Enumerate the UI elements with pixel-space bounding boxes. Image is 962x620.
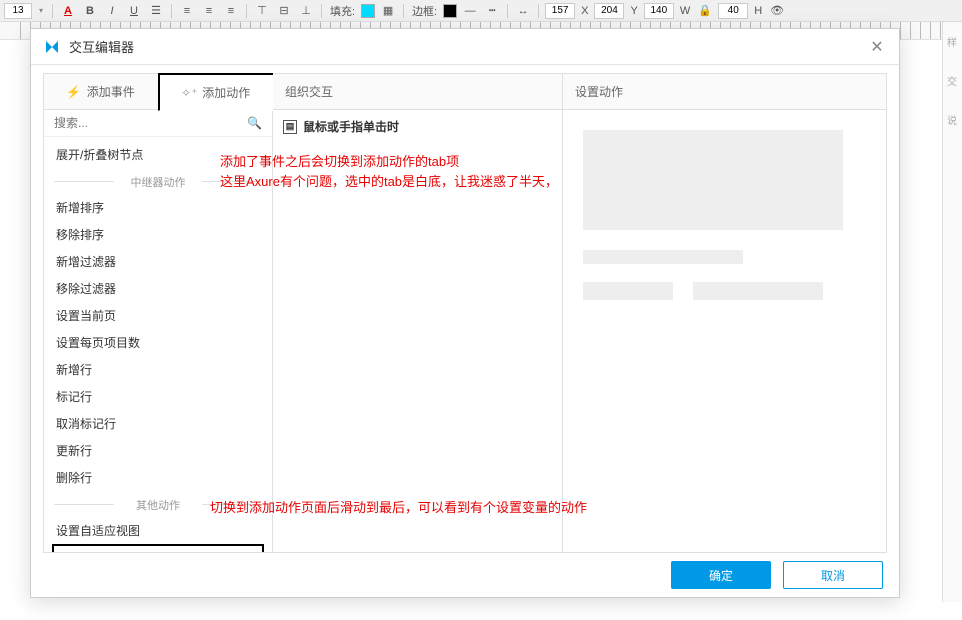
- arrow-icon[interactable]: ↔: [514, 2, 532, 20]
- event-row[interactable]: ▤ 鼠标或手指单击时: [273, 110, 562, 143]
- bold-icon[interactable]: B: [81, 2, 99, 20]
- x-input[interactable]: [545, 3, 575, 19]
- search-input[interactable]: [54, 116, 247, 130]
- search-icon: 🔍: [247, 116, 262, 130]
- configure-action-placeholder: [563, 110, 886, 320]
- dialog-header: 交互编辑器 ✕: [31, 29, 899, 65]
- action-unmark-row[interactable]: 取消标记行: [44, 410, 272, 437]
- fill-color-picker[interactable]: [361, 4, 375, 18]
- action-expand-tree[interactable]: 展开/折叠树节点: [44, 141, 272, 168]
- left-panel: ⚡ 添加事件 ✧⁺ 添加动作 🔍 展开/折叠树节点 中继器动作 新增排序 移除排…: [43, 73, 273, 553]
- h-label: H: [752, 5, 764, 17]
- action-add-sort[interactable]: 新增排序: [44, 194, 272, 221]
- border-label: 边框:: [410, 3, 439, 19]
- action-set-adaptive-view[interactable]: 设置自适应视图: [44, 517, 272, 544]
- valign-bottom-icon[interactable]: ⊥: [297, 2, 315, 20]
- action-remove-filter[interactable]: 移除过滤器: [44, 275, 272, 302]
- ok-button[interactable]: 确定: [671, 561, 771, 589]
- action-delete-row[interactable]: 删除行: [44, 464, 272, 491]
- action-mark-row[interactable]: 标记行: [44, 383, 272, 410]
- border-style-icon[interactable]: ┅: [483, 2, 501, 20]
- tab-add-event[interactable]: ⚡ 添加事件: [44, 74, 159, 110]
- wand-icon: ✧⁺: [182, 86, 196, 100]
- action-remove-sort[interactable]: 移除排序: [44, 221, 272, 248]
- action-set-items-per-page[interactable]: 设置每页项目数: [44, 329, 272, 356]
- group-other: 其他动作: [44, 491, 272, 517]
- search-row: 🔍: [44, 110, 272, 137]
- top-toolbar: ▾ A B I U ☰ ≡ ≡ ≡ ⊤ ⊟ ⊥ 填充: ▦ 边框: — ┅ ↔ …: [0, 0, 962, 22]
- valign-mid-icon[interactable]: ⊟: [275, 2, 293, 20]
- align-right-icon[interactable]: ≡: [222, 2, 240, 20]
- tabs-row: ⚡ 添加事件 ✧⁺ 添加动作: [44, 74, 272, 110]
- align-center-icon[interactable]: ≡: [200, 2, 218, 20]
- w-input[interactable]: [644, 3, 674, 19]
- axure-logo-icon: [43, 38, 61, 56]
- event-name-label: 鼠标或手指单击时: [303, 118, 399, 135]
- bullet-list-icon[interactable]: ☰: [147, 2, 165, 20]
- font-size-input[interactable]: [4, 3, 32, 19]
- valign-top-icon[interactable]: ⊤: [253, 2, 271, 20]
- interaction-editor-dialog: 交互编辑器 ✕ ⚡ 添加事件 ✧⁺ 添加动作 🔍 展开/折叠树节点: [30, 28, 900, 598]
- cancel-button[interactable]: 取消: [783, 561, 883, 589]
- right-side-panel: 样 交 说: [942, 22, 962, 602]
- y-label: Y: [628, 5, 639, 17]
- tab-add-event-label: 添加事件: [87, 83, 135, 100]
- y-input[interactable]: [594, 3, 624, 19]
- fill-image-icon[interactable]: ▦: [379, 2, 397, 20]
- action-list[interactable]: 展开/折叠树节点 中继器动作 新增排序 移除排序 新增过滤器 移除过滤器 设置当…: [44, 137, 272, 552]
- w-label: W: [678, 5, 692, 17]
- action-update-row[interactable]: 更新行: [44, 437, 272, 464]
- right-panel: 设置动作: [563, 73, 887, 553]
- dialog-footer: 确定 取消: [31, 553, 899, 597]
- action-add-row[interactable]: 新增行: [44, 356, 272, 383]
- lightning-icon: ⚡: [67, 85, 81, 99]
- dropdown-icon[interactable]: ▾: [36, 6, 46, 15]
- align-left-icon[interactable]: ≡: [178, 2, 196, 20]
- action-set-variable[interactable]: 设置变量值: [52, 544, 264, 552]
- font-color-icon[interactable]: A: [59, 2, 77, 20]
- right-panel-header: 设置动作: [563, 74, 886, 110]
- dialog-title: 交互编辑器: [69, 37, 867, 56]
- action-set-current-page[interactable]: 设置当前页: [44, 302, 272, 329]
- middle-panel: 组织交互 ▤ 鼠标或手指单击时: [273, 73, 563, 553]
- close-button[interactable]: ✕: [867, 37, 887, 57]
- group-repeater: 中继器动作: [44, 168, 272, 194]
- mid-panel-header: 组织交互: [273, 74, 562, 110]
- fill-label: 填充:: [328, 3, 357, 19]
- tab-add-action[interactable]: ✧⁺ 添加动作: [158, 73, 274, 111]
- visibility-icon[interactable]: 👁: [768, 2, 786, 20]
- italic-icon[interactable]: I: [103, 2, 121, 20]
- h-input[interactable]: [718, 3, 748, 19]
- border-color-picker[interactable]: [443, 4, 457, 18]
- tab-add-action-label: 添加动作: [202, 84, 250, 101]
- x-label: X: [579, 5, 590, 17]
- underline-icon[interactable]: U: [125, 2, 143, 20]
- border-width-icon[interactable]: —: [461, 2, 479, 20]
- lock-icon[interactable]: 🔒: [696, 2, 714, 20]
- action-add-filter[interactable]: 新增过滤器: [44, 248, 272, 275]
- event-type-icon: ▤: [283, 120, 297, 134]
